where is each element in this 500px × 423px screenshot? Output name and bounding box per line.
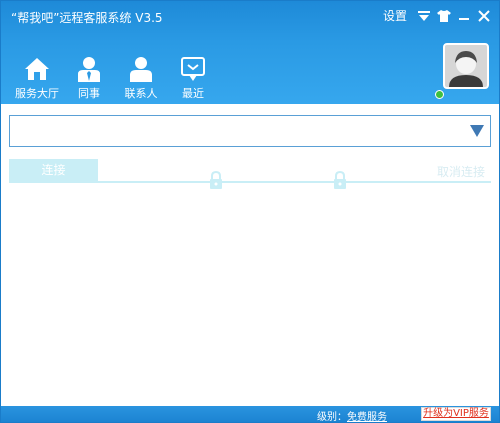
nav-label: 同事 xyxy=(78,87,100,100)
upgrade-vip-button[interactable]: 升级为VIP服务 xyxy=(421,407,491,421)
home-icon xyxy=(23,55,51,83)
dropdown-menu-icon[interactable] xyxy=(417,9,431,23)
level-value-link[interactable]: 免费服务 xyxy=(347,412,387,423)
header-bar: “帮我吧”远程客服系统 V3.5 设置 服务大厅 同事 联系人 最近 xyxy=(1,1,499,104)
lock-icon xyxy=(209,170,223,189)
service-level: 级别：免费服务 xyxy=(317,408,387,423)
nav-item-service-hall[interactable]: 服务大厅 xyxy=(11,55,63,101)
nav-item-contacts[interactable]: 联系人 xyxy=(115,55,167,101)
connection-progress: 连接 取消连接 xyxy=(9,159,491,189)
window-title: “帮我吧”远程客服系统 V3.5 xyxy=(11,11,163,25)
settings-link[interactable]: 设置 xyxy=(383,7,407,24)
address-input[interactable] xyxy=(16,116,456,146)
status-bar: 级别：免费服务 升级为VIP服务 xyxy=(1,406,499,423)
connect-button[interactable]: 连接 xyxy=(9,159,98,181)
minimize-icon[interactable] xyxy=(457,9,471,23)
nav-label: 服务大厅 xyxy=(15,87,59,100)
recent-chat-icon xyxy=(179,55,207,83)
nav-label: 最近 xyxy=(182,87,204,100)
main-nav: 服务大厅 同事 联系人 最近 xyxy=(11,55,219,101)
nav-label: 联系人 xyxy=(124,87,158,100)
nav-item-colleague[interactable]: 同事 xyxy=(63,55,115,101)
skin-icon[interactable] xyxy=(437,9,451,23)
avatar[interactable] xyxy=(443,43,489,89)
nav-item-recent[interactable]: 最近 xyxy=(167,55,219,101)
address-combobox[interactable] xyxy=(9,115,491,147)
title-controls: 设置 xyxy=(383,7,491,24)
colleague-icon xyxy=(75,55,103,83)
close-icon[interactable] xyxy=(477,9,491,23)
dropdown-arrow-icon[interactable] xyxy=(470,125,484,137)
level-label: 级别： xyxy=(317,412,347,423)
progress-track xyxy=(9,181,491,183)
online-status-icon xyxy=(435,90,444,99)
contact-icon xyxy=(127,55,155,83)
app-window: “帮我吧”远程客服系统 V3.5 设置 服务大厅 同事 联系人 最近 连接 取消… xyxy=(0,0,500,423)
lock-icon xyxy=(333,170,347,189)
cancel-connection-button[interactable]: 取消连接 xyxy=(437,163,485,180)
